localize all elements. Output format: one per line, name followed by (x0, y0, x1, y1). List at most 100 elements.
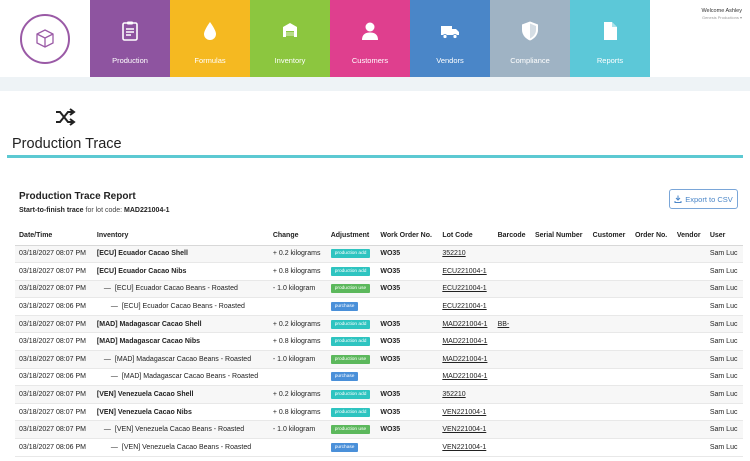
date-cell-text: 03/18/2027 08:07 PM (19, 355, 86, 363)
box-logo-icon (20, 13, 70, 64)
lot-code-cell[interactable]: 352210 (438, 245, 494, 264)
table-row: 03/18/2027 08:07 PM [MAD] Madagascar Caca… (15, 332, 743, 352)
lot-code-cell[interactable]: 352210 (438, 385, 494, 404)
order-no-cell (630, 315, 673, 334)
barcode-cell (493, 280, 531, 299)
vendor-cell (672, 403, 706, 422)
lot-code-cell-text[interactable]: VEN221004-1 (442, 409, 486, 416)
lot-code-cell[interactable]: MAD221004-1 (438, 332, 494, 352)
title-divider (7, 155, 743, 158)
change-cell-text: + 0.2 kilograms (272, 391, 321, 399)
user-cell-text: Sam Luc (709, 267, 738, 275)
order-no-cell (630, 385, 673, 404)
user-menu[interactable]: Welcome Ashley Genesis Productions ▾ (650, 0, 750, 77)
inventory-icon (280, 20, 300, 47)
inventory-cell: — [MAD] Madagascar Cacao Beans - Roasted (92, 350, 269, 369)
inventory-cell: [MAD] Madagascar Cacao Shell (92, 315, 269, 334)
date-cell-text: 03/18/2027 08:07 PM (19, 267, 86, 275)
inventory-name: [MAD] Madagascar Cacao Beans - Roasted (114, 355, 252, 363)
vendor-cell (672, 262, 706, 281)
lot-code-cell[interactable]: ECU221004-1 (438, 297, 494, 316)
barcode-cell-text[interactable]: BB- (498, 321, 510, 328)
adjustment-cell: production use (326, 350, 377, 369)
export-csv-button[interactable]: Export to CSV (669, 189, 738, 209)
inventory-cell: [MAD] Madagascar Cacao Nibs (92, 332, 269, 352)
lot-code-cell-text[interactable]: ECU221004-1 (442, 303, 486, 310)
lot-code-cell[interactable]: VEN221004-1 (438, 438, 494, 457)
lot-code-cell[interactable]: VEN221004-1 (438, 403, 494, 422)
order-no-cell (630, 297, 673, 316)
work-order-cell-text: WO35 (380, 408, 401, 416)
work-order-cell: WO35 (376, 385, 439, 404)
adjustment-badge: production add (330, 319, 371, 329)
table-row: 03/18/2027 08:06 PM — [MAD] Madagascar Cac… (15, 368, 743, 387)
lot-code-cell-text[interactable]: 352210 (442, 391, 465, 398)
adjustment-cell: production add (326, 332, 377, 352)
nav-tile-formulas[interactable]: Formulas (170, 0, 250, 77)
table-row: 03/18/2027 08:06 PM — [VEN] Venezuela Caca… (15, 438, 743, 457)
nav-tile-label: Customers (351, 56, 389, 65)
lot-code-cell-text[interactable]: VEN221004-1 (442, 426, 486, 433)
table-row: 03/18/2027 08:07 PM — [VEN] Venezuela Caca… (15, 420, 743, 440)
customer-cell (588, 420, 631, 440)
nav-tile-label: Reports (596, 56, 624, 65)
lot-code-cell[interactable]: ECU221004-1 (438, 280, 494, 299)
adjustment-badge: production add (330, 266, 371, 276)
date-cell: 03/18/2027 08:07 PM (15, 245, 93, 264)
company-selector[interactable]: Genesis Productions ▾ (702, 15, 742, 20)
work-order-cell-text: WO35 (380, 355, 401, 363)
user-cell: Sam Luc (705, 297, 743, 316)
export-csv-label: Export to CSV (685, 194, 733, 204)
customer-cell (588, 438, 631, 457)
nav-tile-compliance[interactable]: Compliance (490, 0, 570, 77)
vendor-cell (672, 280, 706, 299)
column-header: Inventory (92, 227, 269, 246)
user-cell: Sam Luc (705, 245, 743, 264)
date-cell-text: 03/18/2027 08:06 PM (19, 373, 86, 381)
lot-code-cell-text[interactable]: MAD221004-1 (442, 338, 487, 345)
column-header: Barcode (493, 227, 531, 246)
vendor-cell (672, 368, 706, 387)
user-cell: Sam Luc (705, 438, 743, 457)
lot-code-cell-text[interactable]: MAD221004-1 (442, 356, 487, 363)
user-cell-text: Sam Luc (709, 426, 738, 434)
date-cell: 03/18/2027 08:07 PM (15, 262, 93, 281)
table-row: 03/18/2027 08:07 PM [VEN] Venezuela Cacao… (15, 403, 743, 422)
lot-code-cell[interactable]: ECU221004-1 (438, 262, 494, 281)
user-cell: Sam Luc (705, 332, 743, 352)
lot-code-cell[interactable]: MAD221004-1 (438, 350, 494, 369)
lot-code-cell-text[interactable]: ECU221004-1 (442, 268, 486, 275)
report-subtitle-label: Start-to-finish trace (19, 207, 84, 214)
inventory-cell: [ECU] Ecuador Cacao Shell (92, 245, 269, 264)
date-cell-text: 03/18/2027 08:06 PM (19, 443, 86, 451)
lot-code-cell-text[interactable]: VEN221004-1 (442, 444, 486, 451)
lot-code-cell-text[interactable]: MAD221004-1 (442, 321, 487, 328)
nav-tile-inventory[interactable]: Inventory (250, 0, 330, 77)
customer-cell (588, 350, 631, 369)
change-cell-text: + 0.2 kilograms (272, 320, 321, 328)
inventory-name: [ECU] Ecuador Cacao Shell (96, 250, 188, 258)
lot-code-cell[interactable]: MAD221004-1 (438, 368, 494, 387)
vendor-cell (672, 385, 706, 404)
nav-tile-production[interactable]: Production (90, 0, 170, 77)
work-order-cell-text: WO35 (380, 338, 401, 346)
user-cell-text: Sam Luc (709, 391, 738, 399)
nav-tile-reports[interactable]: Reports (570, 0, 650, 77)
nav-tile-vendors[interactable]: Vendors (410, 0, 490, 77)
barcode-cell[interactable]: BB- (493, 315, 531, 334)
customer-cell (588, 385, 631, 404)
lot-code-cell-text[interactable]: 352210 (442, 250, 465, 257)
inventory-cell: [VEN] Venezuela Cacao Nibs (92, 403, 269, 422)
lot-code-cell-text[interactable]: ECU221004-1 (442, 285, 486, 292)
app-logo[interactable] (0, 0, 90, 77)
document-icon (600, 20, 620, 47)
nav-tile-customers[interactable]: Customers (330, 0, 410, 77)
vendor-cell (672, 315, 706, 334)
user-cell: Sam Luc (705, 280, 743, 299)
nav-tile-label: Compliance (510, 56, 550, 65)
report-subtitle: Start-to-finish trace for lot code: MAD2… (19, 207, 170, 214)
lot-code-cell[interactable]: MAD221004-1 (438, 315, 494, 334)
lot-code-cell[interactable]: VEN221004-1 (438, 420, 494, 440)
lot-code-cell-text[interactable]: MAD221004-1 (442, 373, 487, 380)
adjustment-badge: purchase (330, 372, 359, 382)
